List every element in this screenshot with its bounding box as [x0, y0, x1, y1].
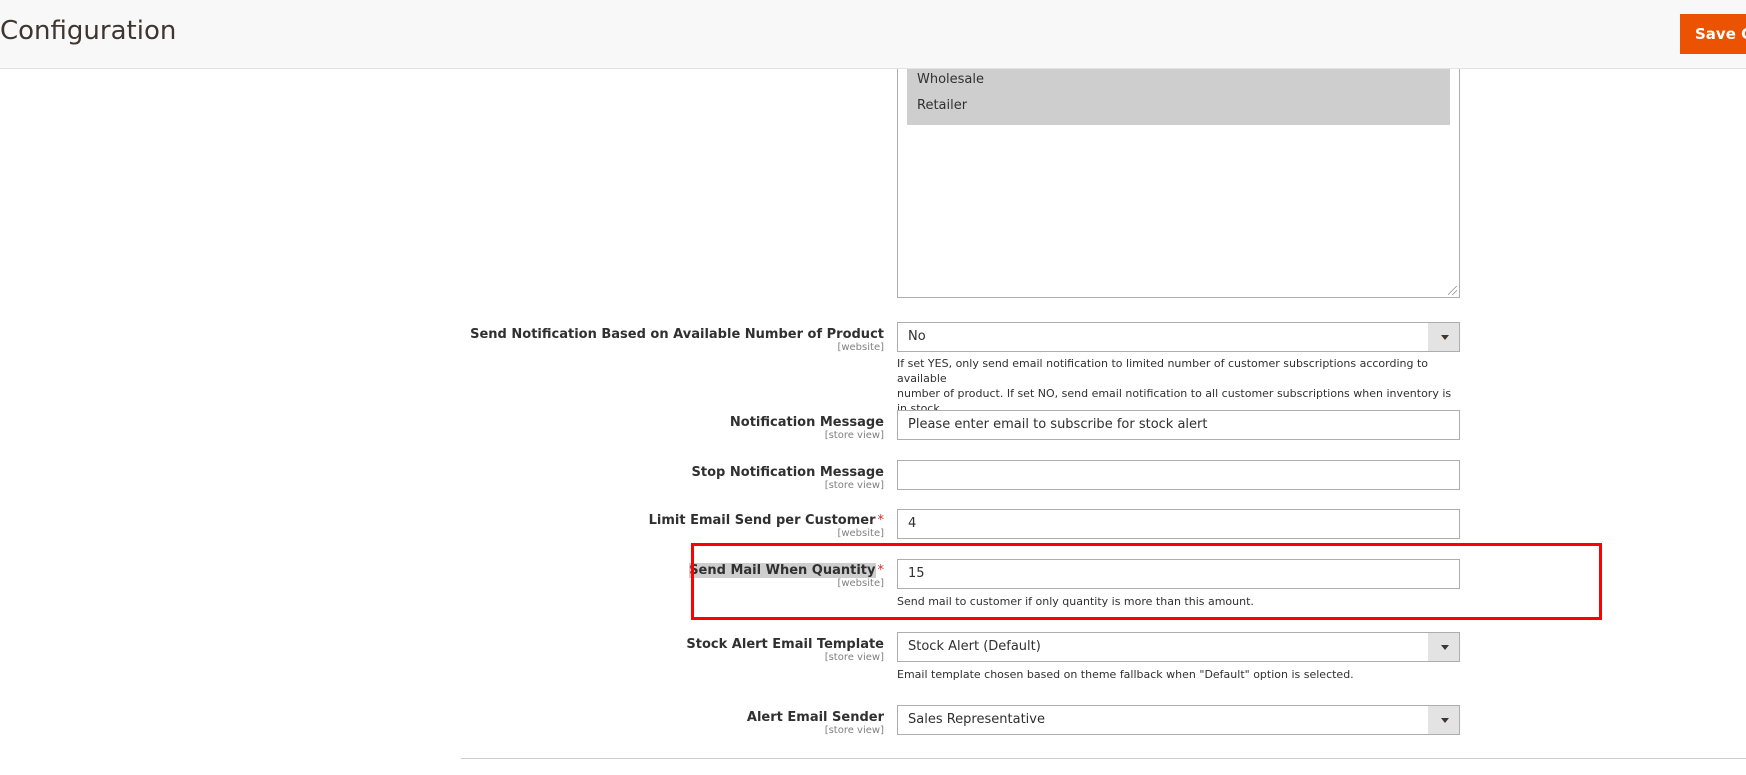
save-config-button[interactable]: Save Config — [1680, 14, 1746, 54]
scope-text: [store view] — [824, 652, 884, 663]
page-header: Configuration Save Config — [0, 0, 1746, 69]
required-marker: * — [877, 513, 885, 528]
selected-value: Stock Alert (Default) — [908, 639, 1041, 654]
available-number-select[interactable]: No — [897, 322, 1460, 352]
stop-notification-message-input[interactable] — [897, 460, 1460, 490]
limit-email-input[interactable]: 4 — [897, 509, 1460, 539]
label-text: Alert Email Sender — [746, 710, 884, 725]
customer-groups-multiselect[interactable]: General Wholesale Retailer — [897, 30, 1460, 298]
section-divider — [461, 758, 1746, 759]
scope-text: [website] — [837, 528, 884, 539]
field-note: If set YES, only send email notification… — [897, 356, 1457, 416]
label-text: Send Notification Based on Available Num… — [470, 327, 884, 342]
scope-text: [website] — [837, 342, 884, 353]
label-text: Send Mail When Quantity — [689, 563, 876, 578]
option-wholesale[interactable]: Wholesale — [907, 67, 1450, 93]
field-note: Email template chosen based on theme fal… — [897, 668, 1354, 681]
note-line-1: If set YES, only send email notification… — [897, 357, 1429, 385]
option-retailer[interactable]: Retailer — [907, 93, 1450, 119]
email-sender-select[interactable]: Sales Representative — [897, 705, 1460, 735]
field-note: Send mail to customer if only quantity i… — [897, 595, 1254, 608]
selected-value: Sales Representative — [908, 712, 1045, 727]
chevron-down-icon[interactable] — [1428, 633, 1459, 661]
page-title: Configuration — [0, 16, 177, 46]
field-label: Alert Email Sender [store view] — [747, 706, 884, 736]
scope-text: [website] — [837, 578, 884, 589]
selected-value: No — [908, 329, 926, 344]
field-label: Send Notification Based on Available Num… — [470, 323, 884, 353]
label-text: Notification Message — [729, 415, 884, 430]
notification-message-input[interactable]: Please enter email to subscribe for stoc… — [897, 410, 1460, 440]
label-text: Stop Notification Message — [691, 465, 884, 480]
send-mail-quantity-input[interactable]: 15 — [897, 559, 1460, 589]
field-label: Limit Email Send per Customer * [website] — [649, 509, 884, 539]
scope-text: [store view] — [824, 430, 884, 441]
resize-handle-icon[interactable] — [1448, 286, 1457, 295]
scope-text: [store view] — [824, 725, 884, 736]
label-text: Limit Email Send per Customer — [648, 513, 876, 528]
field-label: Stop Notification Message [store view] — [692, 461, 884, 491]
field-label: Stock Alert Email Template [store view] — [686, 633, 884, 663]
required-marker: * — [877, 563, 885, 578]
scope-text: [store view] — [824, 480, 884, 491]
configuration-page: General Wholesale Retailer Configuration… — [0, 0, 1746, 775]
field-label: Send Mail When Quantity * [website] — [689, 559, 884, 589]
chevron-down-icon[interactable] — [1428, 323, 1459, 351]
label-text: Stock Alert Email Template — [686, 637, 884, 652]
field-label: Notification Message [store view] — [730, 411, 884, 441]
chevron-down-icon[interactable] — [1428, 706, 1459, 734]
email-template-select[interactable]: Stock Alert (Default) — [897, 632, 1460, 662]
